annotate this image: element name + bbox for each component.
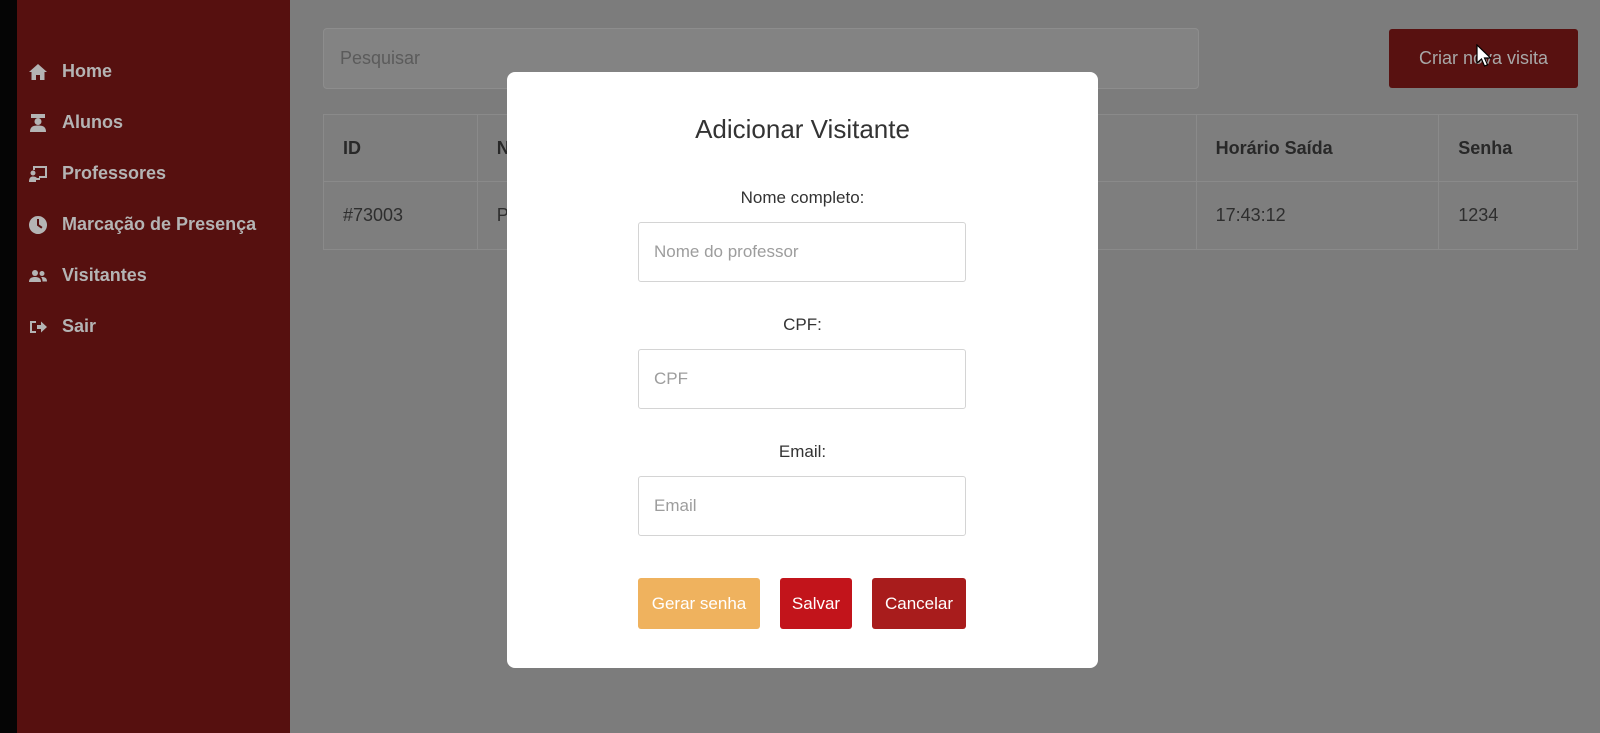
email-label: Email:: [778, 442, 827, 461]
cpf-input[interactable]: [638, 349, 966, 409]
sidebar-item-professores[interactable]: Professores: [17, 148, 290, 199]
sign-out-icon: [27, 316, 49, 338]
sidebar-item-label: Sair: [62, 316, 97, 336]
column-header-id[interactable]: ID: [324, 115, 478, 181]
generate-password-button[interactable]: Gerar senha: [638, 578, 760, 629]
sidebar-item-presenca[interactable]: Marcação de Presença: [17, 199, 290, 250]
table-cell-horario-saida: 17:43:12: [1197, 182, 1440, 249]
sidebar-item-visitantes[interactable]: Visitantes: [17, 250, 290, 301]
modal-title: Adicionar Visitante: [695, 114, 910, 144]
column-header-senha[interactable]: Senha: [1439, 115, 1577, 181]
users-icon: [27, 265, 49, 287]
mouse-cursor-icon: [1476, 44, 1492, 67]
sidebar-item-home[interactable]: Home: [17, 46, 290, 97]
sidebar-item-label: Marcação de Presença: [62, 214, 257, 234]
sidebar-item-alunos[interactable]: Alunos: [17, 97, 290, 148]
sidebar-item-label: Professores: [62, 163, 167, 183]
home-icon: [27, 61, 49, 83]
sidebar-item-label: Home: [62, 61, 113, 81]
add-visitor-modal: Adicionar Visitante Nome completo: CPF: …: [507, 72, 1098, 668]
sidebar-item-label: Visitantes: [62, 265, 147, 285]
search-placeholder: Pesquisar: [340, 48, 421, 68]
column-header-horario-saida[interactable]: Horário Saída: [1197, 115, 1440, 181]
clock-icon: [27, 214, 49, 236]
table-cell-id: #73003: [324, 182, 478, 249]
window-edge: [0, 0, 17, 733]
sidebar-item-label: Alunos: [62, 112, 123, 132]
cpf-label: CPF:: [783, 315, 822, 334]
save-button[interactable]: Salvar: [780, 578, 852, 629]
full-name-label: Nome completo:: [740, 188, 865, 207]
teacher-icon: [27, 163, 49, 185]
sidebar: Home Alunos Professores Marcação de Pres…: [17, 0, 290, 733]
cancel-button[interactable]: Cancelar: [872, 578, 966, 629]
sidebar-item-sair[interactable]: Sair: [17, 301, 290, 352]
student-icon: [27, 112, 49, 134]
table-cell-senha: 1234: [1458, 205, 1499, 225]
email-input[interactable]: [638, 476, 966, 536]
full-name-input[interactable]: [638, 222, 966, 282]
